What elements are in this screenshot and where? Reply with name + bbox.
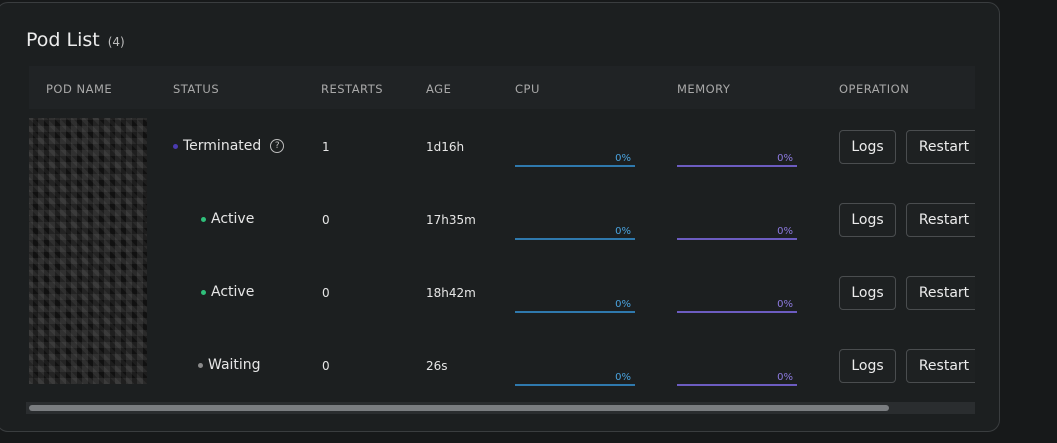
cpu-bar-line — [515, 311, 635, 313]
column-header-pod-name: POD NAME — [46, 82, 113, 96]
status-cell: Waiting — [198, 357, 261, 373]
column-header-status: STATUS — [173, 82, 220, 96]
table-header: POD NAME STATUS RESTARTS AGE CPU MEMORY … — [29, 66, 975, 109]
status-dot — [201, 289, 206, 295]
memory-percent: 0% — [777, 372, 793, 383]
cpu-percent: 0% — [615, 299, 631, 310]
status-label: Active — [211, 211, 255, 227]
cpu-bar-line — [515, 384, 635, 386]
panel-title: Pod List — [26, 29, 100, 51]
pod-count: (4) — [107, 35, 125, 49]
restart-button[interactable]: Restart — [906, 276, 975, 310]
memory-percent: 0% — [777, 153, 793, 164]
status-dot — [173, 143, 178, 149]
cpu-bar-line — [515, 165, 635, 167]
restarts-value: 0 — [322, 359, 330, 373]
help-icon[interactable]: ? — [270, 139, 285, 153]
cpu-percent: 0% — [615, 372, 631, 383]
status-dot — [201, 216, 206, 222]
memory-bar-line — [677, 384, 797, 386]
memory-usage-bar: 0% — [677, 226, 797, 240]
memory-bar-line — [677, 165, 797, 167]
scrollbar-thumb[interactable] — [29, 405, 889, 411]
status-cell: Active — [201, 211, 254, 227]
restart-button[interactable]: Restart — [906, 130, 975, 164]
cpu-percent: 0% — [615, 226, 631, 237]
table-row: Active 0 17h35m 0% 0% Logs Restart — [29, 184, 975, 257]
age-value: 1d16h — [426, 140, 465, 154]
memory-percent: 0% — [777, 299, 793, 310]
logs-button[interactable]: Logs — [839, 276, 896, 310]
cpu-usage-bar: 0% — [515, 153, 635, 167]
horizontal-scrollbar[interactable] — [26, 402, 975, 414]
column-header-operation: OPERATION — [839, 82, 910, 96]
table-row: Waiting 0 26s 0% 0% Logs Restart — [29, 330, 975, 403]
column-header-restarts: RESTARTS — [321, 82, 384, 96]
restart-button[interactable]: Restart — [906, 203, 975, 237]
cpu-usage-bar: 0% — [515, 226, 635, 240]
memory-usage-bar: 0% — [677, 372, 797, 386]
memory-percent: 0% — [777, 226, 793, 237]
status-cell: Active — [201, 284, 254, 300]
table-row: Terminated ? 1 1d16h 0% 0% Logs Restart — [29, 111, 975, 184]
age-value: 26s — [426, 359, 448, 373]
memory-usage-bar: 0% — [677, 299, 797, 313]
restart-button[interactable]: Restart — [906, 349, 975, 383]
pod-table: POD NAME STATUS RESTARTS AGE CPU MEMORY … — [29, 66, 975, 404]
age-value: 18h42m — [426, 286, 476, 300]
table-row: Active 0 18h42m 0% 0% Logs Restart — [29, 257, 975, 330]
column-header-memory: MEMORY — [677, 82, 731, 96]
age-value: 17h35m — [426, 213, 476, 227]
column-header-age: AGE — [426, 82, 452, 96]
logs-button[interactable]: Logs — [839, 130, 896, 164]
cpu-percent: 0% — [615, 153, 631, 164]
cpu-usage-bar: 0% — [515, 299, 635, 313]
logs-button[interactable]: Logs — [839, 203, 896, 237]
status-label: Active — [211, 284, 255, 300]
restarts-value: 0 — [322, 286, 330, 300]
status-cell: Terminated ? — [173, 138, 285, 154]
status-dot — [198, 362, 203, 368]
cpu-usage-bar: 0% — [515, 372, 635, 386]
cpu-bar-line — [515, 238, 635, 240]
restarts-value: 0 — [322, 213, 330, 227]
memory-bar-line — [677, 238, 797, 240]
panel-header: Pod List (4) — [26, 29, 125, 51]
memory-bar-line — [677, 311, 797, 313]
status-label: Waiting — [208, 357, 261, 373]
status-label: Terminated — [183, 138, 262, 154]
logs-button[interactable]: Logs — [839, 349, 896, 383]
column-header-cpu: CPU — [515, 82, 540, 96]
restarts-value: 1 — [322, 140, 330, 154]
memory-usage-bar: 0% — [677, 153, 797, 167]
